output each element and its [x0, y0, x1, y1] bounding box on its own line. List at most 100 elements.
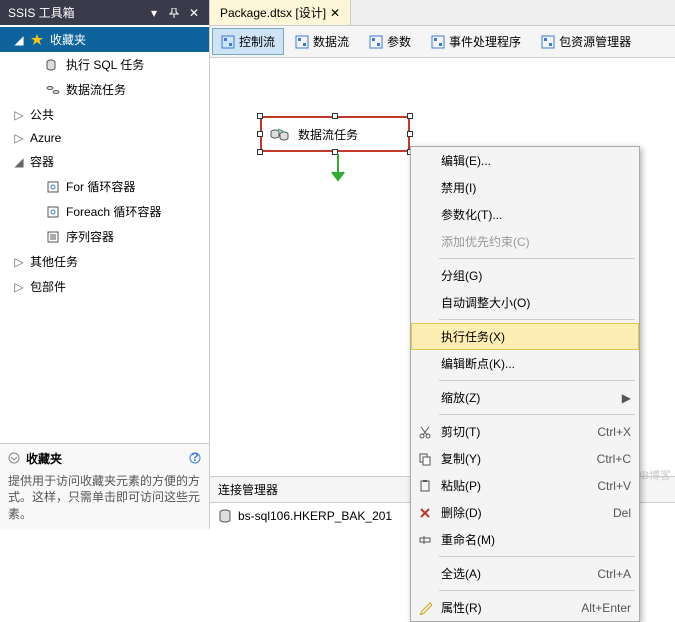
tree-label: Foreach 循环容器 — [66, 203, 161, 220]
menu-label: 剪切(T) — [441, 423, 480, 440]
props-icon — [417, 600, 433, 616]
toolbar-label: 参数 — [387, 33, 411, 50]
tree-label: For 循环容器 — [66, 178, 135, 195]
editor-panel: Package.dtsx [设计] ✕ 控制流数据流 参数事件处理程序 包资源管理器… — [210, 0, 675, 529]
menu-item-14[interactable]: 复制(Y) Ctrl+C — [411, 445, 639, 472]
toolbar-control[interactable]: 控制流 — [212, 28, 284, 55]
menu-item-11[interactable]: 缩放(Z)▶ — [411, 384, 639, 411]
menu-item-5[interactable]: 分组(G) — [411, 262, 639, 289]
tab-package[interactable]: Package.dtsx [设计] ✕ — [210, 0, 351, 25]
expander-icon[interactable] — [30, 207, 40, 217]
menu-shortcut: Ctrl+C — [597, 452, 631, 466]
menu-separator — [439, 380, 635, 381]
tree-item-10[interactable]: ▷包部件 — [0, 274, 209, 299]
expander-icon[interactable] — [30, 232, 40, 242]
favorites-header[interactable]: 收藏夹 ? — [8, 450, 201, 467]
expander-icon[interactable] — [30, 182, 40, 192]
param-icon — [369, 35, 383, 49]
tree-item-0[interactable]: ◢ 收藏夹 — [0, 27, 209, 52]
menu-item-0[interactable]: 编辑(E)... — [411, 147, 639, 174]
menu-separator — [439, 556, 635, 557]
pin-icon[interactable] — [167, 6, 181, 20]
svg-text:?: ? — [191, 452, 198, 464]
menu-label: 复制(Y) — [441, 450, 481, 467]
menu-item-6[interactable]: 自动调整大小(O) — [411, 289, 639, 316]
menu-label: 属性(R) — [441, 599, 482, 616]
design-canvas[interactable]: 数据流任务 编辑(E)...禁用(I)参数化(T)...添加优先约束(C)分组(… — [210, 58, 675, 529]
menu-label: 禁用(I) — [441, 179, 476, 196]
menu-item-15[interactable]: 粘贴(P)Ctrl+V — [411, 472, 639, 499]
dropdown-icon[interactable]: ▾ — [147, 6, 161, 20]
tree-item-4[interactable]: ▷Azure — [0, 127, 209, 149]
toolbox-title: SSIS 工具箱 — [8, 4, 75, 21]
expander-icon[interactable]: ◢ — [14, 157, 24, 167]
menu-shortcut: Ctrl+V — [597, 479, 631, 493]
event-icon — [431, 35, 445, 49]
expander-icon[interactable]: ◢ — [14, 35, 24, 45]
control-icon — [221, 35, 235, 49]
tree-label: 收藏夹 — [50, 31, 86, 48]
close-icon[interactable]: ✕ — [187, 6, 201, 20]
tree-item-3[interactable]: ▷ 公共 — [0, 102, 209, 127]
expander-icon[interactable] — [30, 60, 40, 70]
tree-item-7[interactable]: Foreach 循环容器 — [0, 199, 209, 224]
loop-icon — [46, 180, 60, 194]
tree-label: 数据流任务 — [66, 81, 126, 98]
tree-item-8[interactable]: 序列容器 — [0, 224, 209, 249]
menu-item-9[interactable]: 编辑断点(K)... — [411, 350, 639, 377]
help-icon[interactable]: ? — [189, 452, 201, 464]
menu-shortcut: Del — [613, 506, 631, 520]
menu-item-1[interactable]: 禁用(I) — [411, 174, 639, 201]
menu-item-2[interactable]: 参数化(T)... — [411, 201, 639, 228]
menu-item-17[interactable]: 重命名(M) — [411, 526, 639, 553]
tree-item-2[interactable]: 数据流任务 — [0, 77, 209, 102]
task-label: 数据流任务 — [298, 126, 358, 143]
menu-item-16[interactable]: 删除(D)Del — [411, 499, 639, 526]
expander-icon[interactable]: ▷ — [14, 133, 24, 143]
tab-label: Package.dtsx [设计] — [220, 4, 326, 21]
expander-icon[interactable]: ▷ — [14, 110, 24, 120]
star-icon — [30, 33, 44, 47]
menu-label: 缩放(Z) — [441, 389, 480, 406]
menu-shortcut: Ctrl+X — [597, 425, 631, 439]
conn-mgr-title: 连接管理器 — [218, 483, 278, 497]
loop-icon — [46, 205, 60, 219]
tab-bar: Package.dtsx [设计] ✕ — [210, 0, 675, 26]
tree-item-5[interactable]: ◢容器 — [0, 149, 209, 174]
toolbar-event[interactable]: 事件处理程序 — [422, 28, 530, 55]
tree-item-6[interactable]: For 循环容器 — [0, 174, 209, 199]
menu-shortcut: Alt+Enter — [581, 601, 631, 615]
rename-icon — [417, 532, 433, 548]
toolbar-explorer[interactable]: 包资源管理器 — [532, 28, 640, 55]
tree-item-1[interactable]: 执行 SQL 任务 — [0, 52, 209, 77]
cut-icon — [417, 424, 433, 440]
menu-item-8[interactable]: 执行任务(X) — [411, 323, 639, 350]
favorites-description: 提供用于访问收藏夹元素的方便的方式。这样，只需单击即可访问这些元素。 — [8, 473, 201, 523]
toolbox-tree: ◢ 收藏夹 执行 SQL 任务 数据流任务 ▷ 公共 ▷Azure◢容器 For 循环容… — [0, 25, 209, 443]
expander-icon[interactable]: ▷ — [14, 257, 24, 267]
tab-close-icon[interactable]: ✕ — [330, 6, 340, 20]
menu-label: 执行任务(X) — [441, 328, 505, 345]
menu-label: 分组(G) — [441, 267, 482, 284]
menu-label: 编辑(E)... — [441, 152, 491, 169]
favorites-section: 收藏夹 ? 提供用于访问收藏夹元素的方便的方式。这样，只需单击即可访问这些元素。 — [0, 443, 209, 529]
connector-arrow[interactable] — [330, 154, 346, 184]
toolbar-param[interactable]: 参数 — [360, 28, 420, 55]
menu-item-13[interactable]: 剪切(T) Ctrl+X — [411, 418, 639, 445]
expander-icon[interactable]: ▷ — [14, 282, 24, 292]
tree-label: 序列容器 — [66, 228, 114, 245]
tree-item-9[interactable]: ▷其他任务 — [0, 249, 209, 274]
menu-label: 重命名(M) — [441, 531, 495, 548]
toolbar-label: 包资源管理器 — [559, 33, 631, 50]
conn-label: bs-sql106.HKERP_BAK_201 — [238, 509, 392, 523]
menu-item-21[interactable]: 属性(R) Alt+Enter — [411, 594, 639, 621]
designer-toolbar: 控制流数据流 参数事件处理程序 包资源管理器 — [210, 26, 675, 58]
menu-item-19[interactable]: 全选(A)Ctrl+A — [411, 560, 639, 587]
dataflow-task-box[interactable]: 数据流任务 — [260, 116, 410, 152]
sql-icon — [46, 58, 60, 72]
menu-shortcut: Ctrl+A — [597, 567, 631, 581]
tree-label: 公共 — [30, 106, 54, 123]
explorer-icon — [541, 35, 555, 49]
expander-icon[interactable] — [30, 85, 40, 95]
toolbar-data[interactable]: 数据流 — [286, 28, 358, 55]
